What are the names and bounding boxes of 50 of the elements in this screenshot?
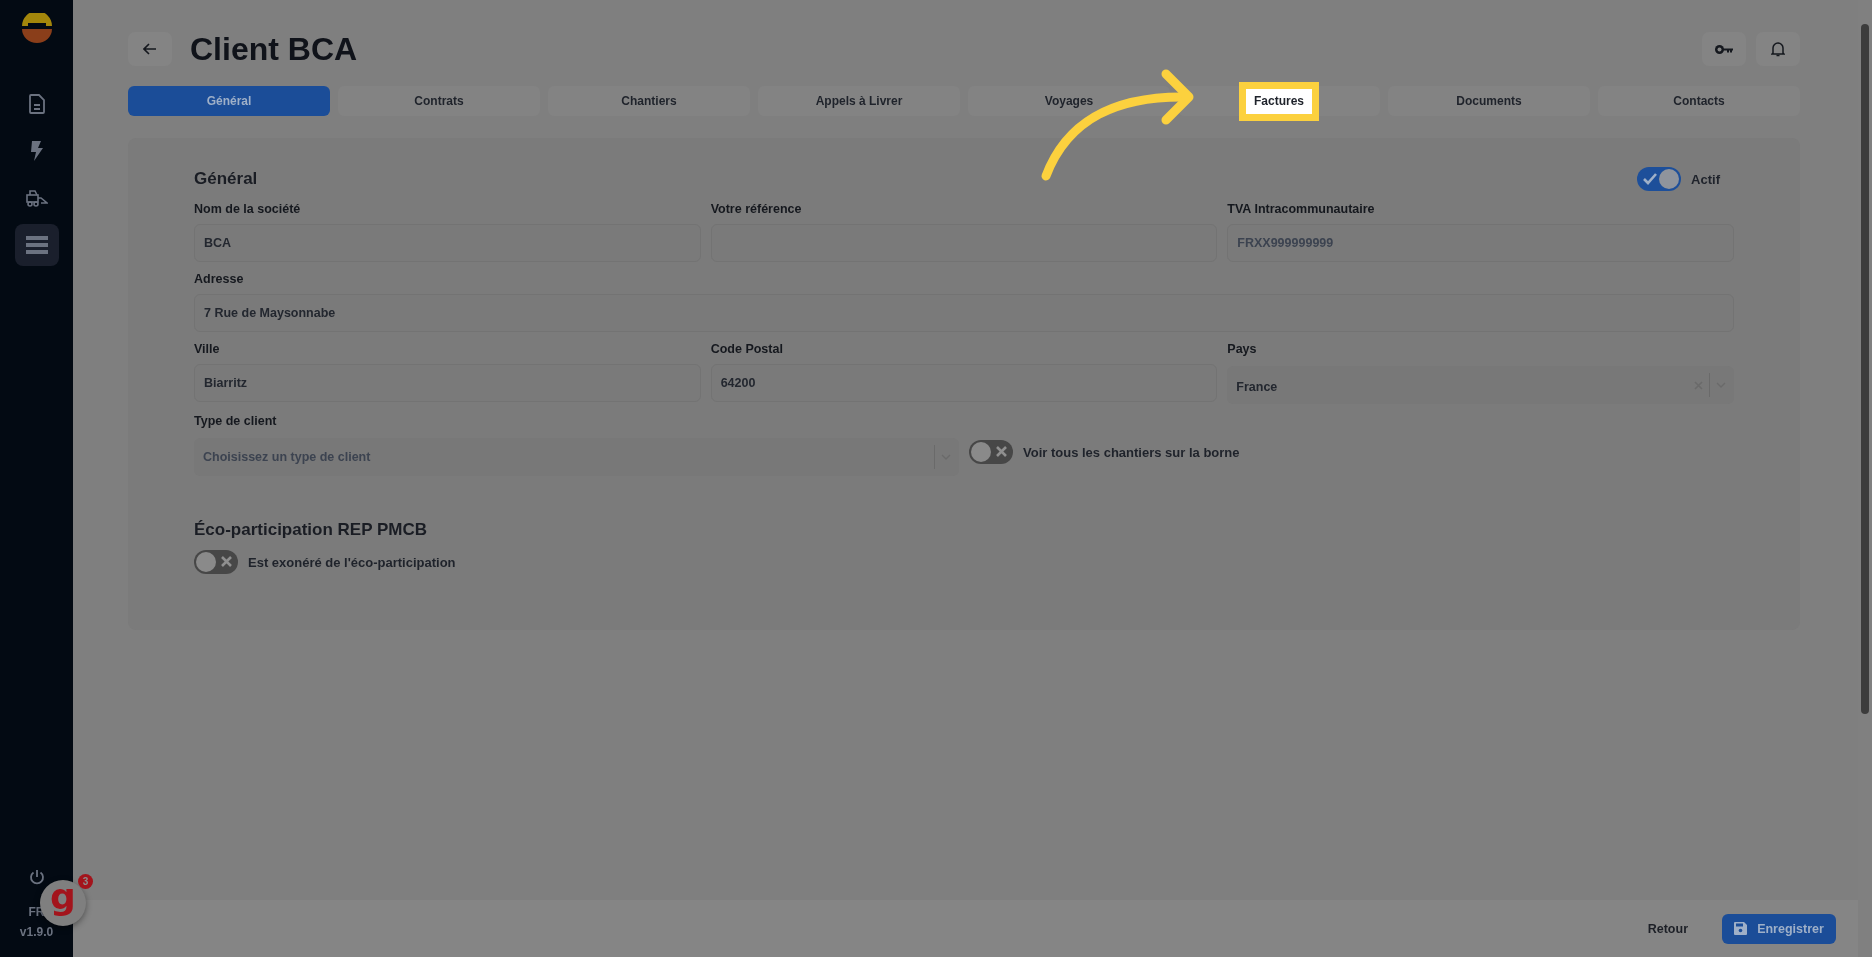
toggle-label: Actif	[1691, 171, 1720, 187]
close-icon	[996, 446, 1007, 457]
tab[interactable]: Chantiers	[548, 86, 750, 116]
page-title: Client BCA	[190, 30, 359, 68]
tab[interactable]: Général	[128, 86, 330, 116]
field-label: Adresse	[194, 272, 245, 286]
notification-badge: 3	[78, 874, 93, 889]
back-link[interactable]: Retour	[1647, 921, 1688, 936]
field-label: Votre référence	[710, 202, 803, 216]
notification-button[interactable]	[1756, 32, 1800, 66]
toggle-label: Est exonéré de l'éco-participation	[248, 554, 456, 570]
field-label: Nom de la société	[194, 202, 302, 216]
toggle-switch[interactable]	[969, 440, 1013, 464]
version-label: v1.9.0	[19, 925, 54, 939]
close-icon	[221, 556, 232, 567]
key-button[interactable]	[1702, 32, 1746, 66]
field-label: Pays	[1227, 342, 1258, 356]
save-icon	[1734, 922, 1748, 935]
text-field[interactable]: Biarritz	[194, 364, 701, 402]
tab[interactable]: Appels à Livrer	[758, 86, 960, 116]
toggle-label: Voir tous les chantiers sur la borne	[1023, 444, 1240, 460]
bolt-icon	[29, 141, 44, 161]
back-arrow-icon	[143, 43, 157, 55]
text-field[interactable]: BCA	[194, 224, 701, 262]
field-label: TVA Intracommunautaire	[1227, 202, 1376, 216]
save-button[interactable]: Enregistrer	[1722, 913, 1836, 944]
tab[interactable]: Contrats	[338, 86, 540, 116]
tab[interactable]: Factures	[1178, 86, 1380, 116]
field-label: Type de client	[194, 414, 278, 428]
field-label: Code Postal	[710, 342, 784, 356]
toggle-switch[interactable]	[1637, 167, 1682, 191]
bell-icon	[1771, 41, 1785, 57]
check-icon	[1643, 173, 1658, 185]
list-icon	[25, 236, 48, 254]
key-icon	[1715, 44, 1733, 54]
text-field[interactable]: 64200	[710, 364, 1218, 402]
section-title: Éco-participation REP PMCB	[194, 520, 428, 540]
toggle-switch[interactable]	[194, 550, 238, 574]
section-title: Général	[194, 169, 258, 189]
back-button[interactable]	[128, 32, 172, 66]
text-field[interactable]: 7 Rue de Maysonnabe	[194, 294, 1734, 332]
tab[interactable]: Contacts	[1598, 86, 1800, 116]
logo-icon	[20, 13, 53, 43]
tab[interactable]: Documents	[1388, 86, 1590, 116]
power-icon[interactable]	[28, 869, 45, 885]
field-label: Ville	[194, 342, 221, 356]
text-field[interactable]: FRXX999999999	[1227, 224, 1734, 262]
nav-item[interactable]	[14, 224, 59, 266]
document-icon	[28, 94, 45, 114]
truck-icon	[25, 189, 48, 207]
